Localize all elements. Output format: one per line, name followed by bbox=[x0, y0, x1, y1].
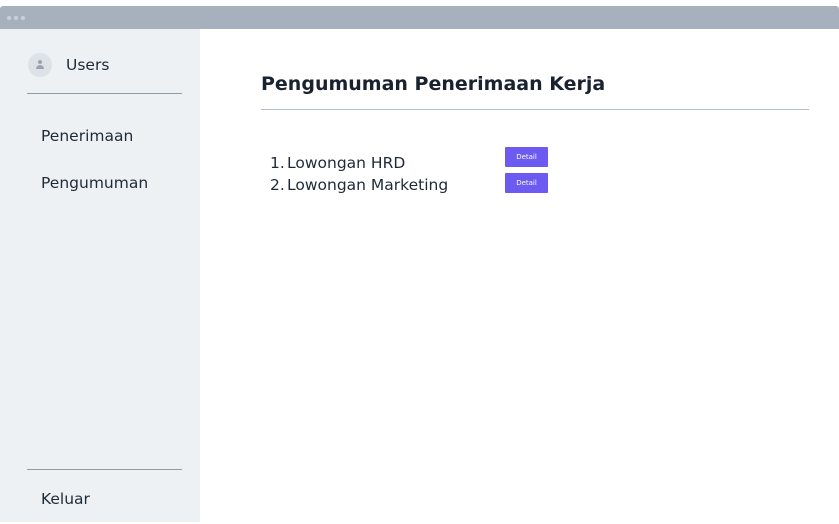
job-title: Lowongan HRD bbox=[287, 154, 406, 172]
job-number: 1. bbox=[270, 154, 285, 172]
sidebar: Users Penerimaan Pengumuman Keluar bbox=[0, 29, 200, 522]
page-title: Pengumuman Penerimaan Kerja bbox=[261, 73, 606, 95]
user-icon bbox=[28, 53, 52, 77]
user-profile[interactable]: Users bbox=[28, 53, 109, 77]
window-control-dot[interactable] bbox=[7, 16, 11, 20]
sidebar-divider-top bbox=[27, 93, 182, 94]
window-control-dot[interactable] bbox=[14, 16, 18, 20]
list-item: 2. Lowongan Marketing bbox=[270, 174, 448, 196]
detail-button[interactable]: Detail bbox=[505, 173, 548, 193]
window-control-dot[interactable] bbox=[21, 16, 25, 20]
main-content: Pengumuman Penerimaan Kerja 1. Lowongan … bbox=[200, 29, 839, 522]
logout-button[interactable]: Keluar bbox=[41, 490, 90, 508]
detail-button[interactable]: Detail bbox=[505, 147, 548, 167]
sidebar-item-penerimaan[interactable]: Penerimaan bbox=[41, 127, 133, 145]
list-item: 1. Lowongan HRD bbox=[270, 152, 448, 174]
sidebar-divider-bottom bbox=[27, 469, 182, 470]
sidebar-item-pengumuman[interactable]: Pengumuman bbox=[41, 174, 148, 192]
job-list: 1. Lowongan HRD 2. Lowongan Marketing bbox=[270, 152, 448, 196]
window-titlebar bbox=[0, 6, 839, 29]
title-divider bbox=[261, 109, 809, 110]
job-title: Lowongan Marketing bbox=[287, 176, 449, 194]
job-number: 2. bbox=[270, 176, 285, 194]
app-window: Users Penerimaan Pengumuman Keluar Pengu… bbox=[0, 6, 839, 522]
user-label: Users bbox=[66, 56, 110, 74]
